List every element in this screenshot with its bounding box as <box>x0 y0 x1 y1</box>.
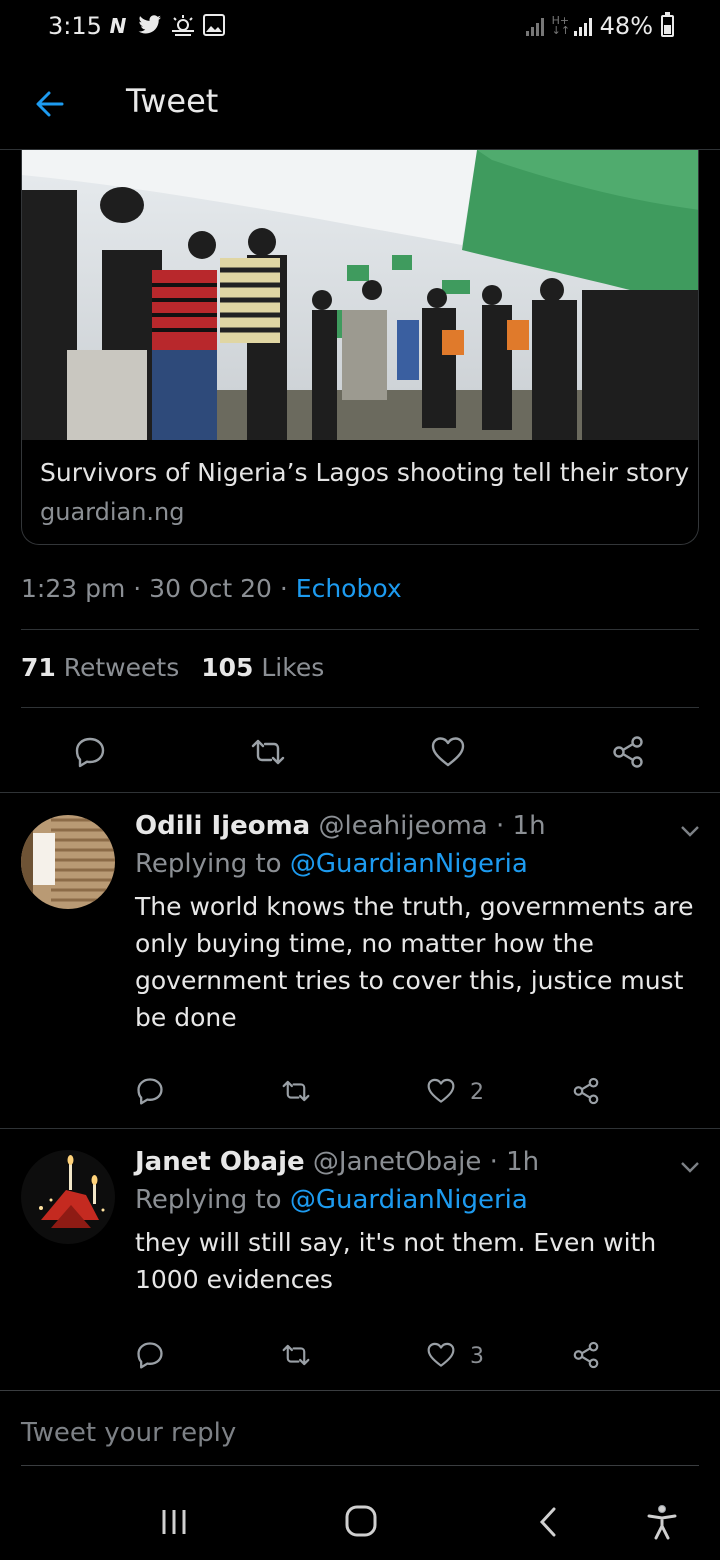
nfc-icon: N <box>109 14 127 38</box>
reply-time: 1h <box>506 1147 540 1177</box>
like-heart-icon[interactable] <box>428 732 468 772</box>
tweet-timestamp: 1:23 pm · 30 Oct 20 · Echobox <box>21 574 402 603</box>
author-name[interactable]: Janet Obaje <box>135 1147 305 1177</box>
tweet-source-link[interactable]: Echobox <box>296 574 402 603</box>
page-title: Tweet <box>126 82 219 120</box>
share-icon[interactable] <box>608 732 648 772</box>
share-icon[interactable] <box>570 1075 602 1107</box>
card-domain: guardian.ng <box>40 498 185 526</box>
reply-icon[interactable] <box>134 1339 166 1371</box>
reply-author-line: Odili Ijeoma @leahijeoma · 1h <box>135 811 546 841</box>
likes-label: Likes <box>261 653 325 682</box>
divider <box>21 1465 699 1466</box>
reply-tweet[interactable]: Odili Ijeoma @leahijeoma · 1h Replying t… <box>0 793 720 1128</box>
author-handle: @leahijeoma <box>318 811 488 841</box>
meta-separator: · <box>133 574 150 603</box>
reply-icon[interactable] <box>134 1075 166 1107</box>
back-arrow-icon[interactable] <box>30 84 70 124</box>
likes-stat[interactable]: 105 Likes <box>201 653 324 682</box>
home-icon[interactable] <box>338 1498 384 1544</box>
retweet-icon[interactable] <box>279 1075 313 1107</box>
like-heart-icon[interactable] <box>425 1075 457 1107</box>
meta-separator: · <box>487 811 513 841</box>
tweet-time: 1:23 pm <box>21 574 126 603</box>
replying-label: Replying to <box>135 1185 282 1215</box>
mention-link[interactable]: @GuardianNigeria <box>290 1185 528 1215</box>
avatar[interactable] <box>21 1150 115 1244</box>
accessibility-icon[interactable] <box>640 1500 684 1544</box>
like-count: 2 <box>470 1080 484 1105</box>
chevron-down-icon[interactable] <box>678 819 702 843</box>
recent-apps-icon[interactable] <box>152 1500 196 1544</box>
system-nav-bar <box>0 1480 720 1560</box>
divider <box>0 1390 720 1391</box>
reply-tweet[interactable]: Janet Obaje @JanetObaje · 1h Replying to… <box>0 1129 720 1391</box>
signal-sim2-icon <box>573 16 592 36</box>
replying-label: Replying to <box>135 849 282 879</box>
tweet-action-bar <box>0 718 720 784</box>
like-heart-icon[interactable] <box>425 1339 457 1371</box>
reply-compose-input[interactable]: Tweet your reply <box>21 1418 236 1448</box>
meta-separator: · <box>481 1147 507 1177</box>
reply-time: 1h <box>512 811 546 841</box>
mention-link[interactable]: @GuardianNigeria <box>290 849 528 879</box>
link-preview-card[interactable]: Survivors of Nigeria’s Lagos shooting te… <box>21 150 699 545</box>
app-header: Tweet <box>0 58 720 150</box>
reply-icon[interactable] <box>70 732 110 772</box>
signal-sim1-icon <box>525 16 544 36</box>
network-type-icon: H+ ↓↑ <box>551 14 571 37</box>
replying-to: Replying to @GuardianNigeria <box>135 849 528 879</box>
back-nav-icon[interactable] <box>526 1500 570 1544</box>
reply-author-line: Janet Obaje @JanetObaje · 1h <box>135 1147 539 1177</box>
weather-icon <box>170 14 194 38</box>
replying-to: Replying to @GuardianNigeria <box>135 1185 528 1215</box>
divider <box>21 707 699 708</box>
retweets-count: 71 <box>21 653 56 682</box>
avatar[interactable] <box>21 815 115 909</box>
status-time: 3:15 <box>48 12 102 40</box>
likes-count: 105 <box>201 653 254 682</box>
status-bar: 3:15 N H+ ↓↑ 48% <box>0 0 720 58</box>
tweet-date: 30 Oct 20 <box>149 574 272 603</box>
retweet-icon[interactable] <box>248 732 288 772</box>
divider <box>21 629 699 630</box>
author-handle: @JanetObaje <box>312 1147 482 1177</box>
retweets-stat[interactable]: 71 Retweets <box>21 653 179 682</box>
battery-percent: 48% <box>599 12 653 40</box>
author-name[interactable]: Odili Ijeoma <box>135 811 310 841</box>
retweets-label: Retweets <box>63 653 180 682</box>
reply-text: they will still say, it's not them. Even… <box>135 1228 657 1294</box>
meta-separator: · <box>279 574 296 603</box>
like-count: 3 <box>470 1344 484 1369</box>
tweet-stats: 71 Retweets 105 Likes <box>21 653 324 682</box>
twitter-bird-icon <box>138 14 162 38</box>
gallery-icon <box>202 14 226 38</box>
retweet-icon[interactable] <box>279 1339 313 1371</box>
reply-text: The world knows the truth, governments a… <box>135 892 694 1032</box>
chevron-down-icon[interactable] <box>678 1155 702 1179</box>
notification-icons: N <box>106 14 226 38</box>
battery-icon <box>661 12 674 37</box>
share-icon[interactable] <box>570 1339 602 1371</box>
card-image <box>22 150 698 440</box>
card-title: Survivors of Nigeria’s Lagos shooting te… <box>40 458 690 487</box>
system-indicators: H+ ↓↑ 48% <box>525 12 674 40</box>
